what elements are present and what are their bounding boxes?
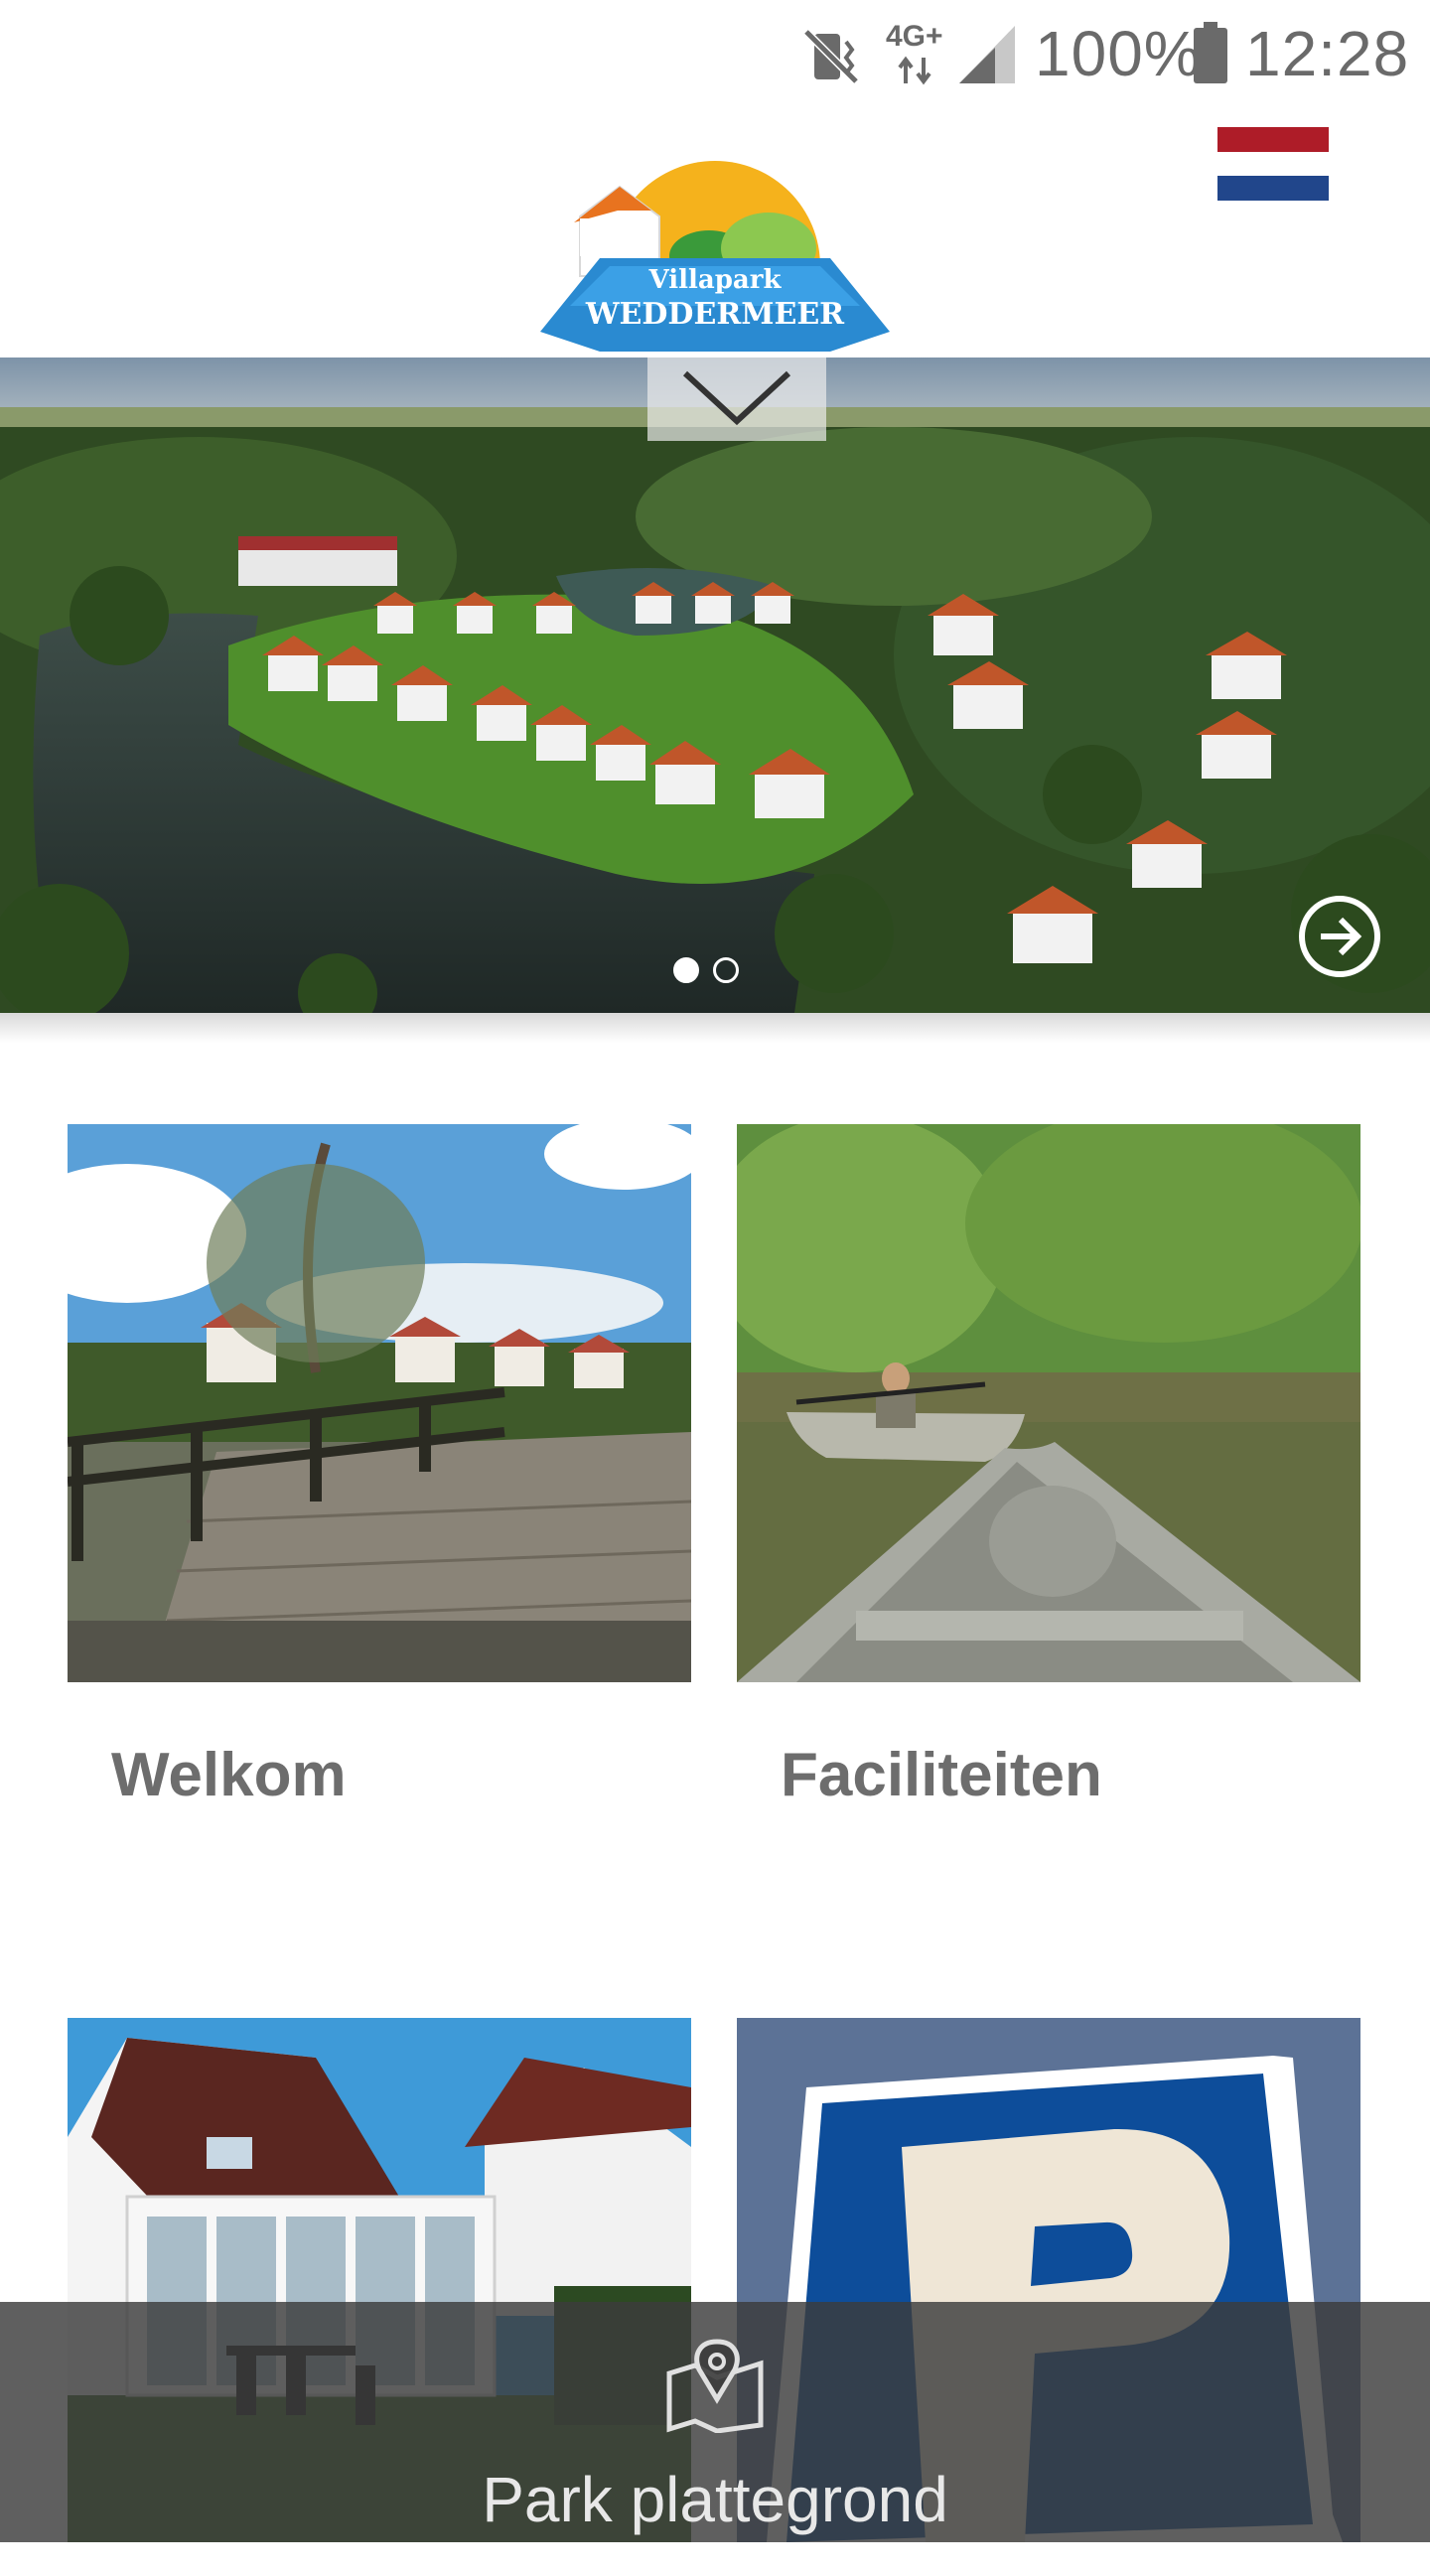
park-map-label[interactable]: Park plattegrond [0,2463,1430,2536]
flag-stripe-red [1217,127,1329,152]
logo-text-bottom: WEDDERMEER [585,297,845,332]
clock: 12:28 [1245,18,1410,89]
hero-slider-image[interactable] [0,358,1430,1013]
tile-faciliteiten-image[interactable] [737,1124,1360,1682]
vibrate-mute-icon [801,27,861,86]
next-slide-button[interactable] [1297,894,1382,979]
slide-dot-1[interactable] [673,957,699,983]
canoe-photo [737,1124,1360,1682]
flag-stripe-white [1217,151,1329,177]
language-flag-button[interactable] [1217,127,1329,201]
data-arrows-icon [898,56,931,85]
slide-dot-2[interactable] [713,957,739,983]
logo-text-top: Villapark [648,265,783,295]
battery-percent: 100% [1035,18,1202,89]
chevron-down-icon [682,370,791,426]
hero-shadow [0,1013,1430,1043]
network-type-label: 4G+ [886,20,943,53]
collapse-header-button[interactable] [647,358,826,441]
slider-pagination [671,957,751,987]
flag-stripe-blue [1217,176,1329,201]
map-pin-icon [666,2339,764,2433]
signal-icon [959,26,1015,83]
tile-welkom-title[interactable]: Welkom [111,1740,347,1810]
tile-faciliteiten-title[interactable]: Faciliteiten [781,1740,1102,1810]
aerial-park-photo [0,358,1430,1013]
status-bar: 4G+ 100% 12:28 [0,0,1430,109]
bridge-photo [68,1124,691,1682]
villapark-logo[interactable]: Villapark WEDDERMEER [540,157,890,352]
tile-welkom-image[interactable] [68,1124,691,1682]
battery-icon [1194,22,1227,83]
